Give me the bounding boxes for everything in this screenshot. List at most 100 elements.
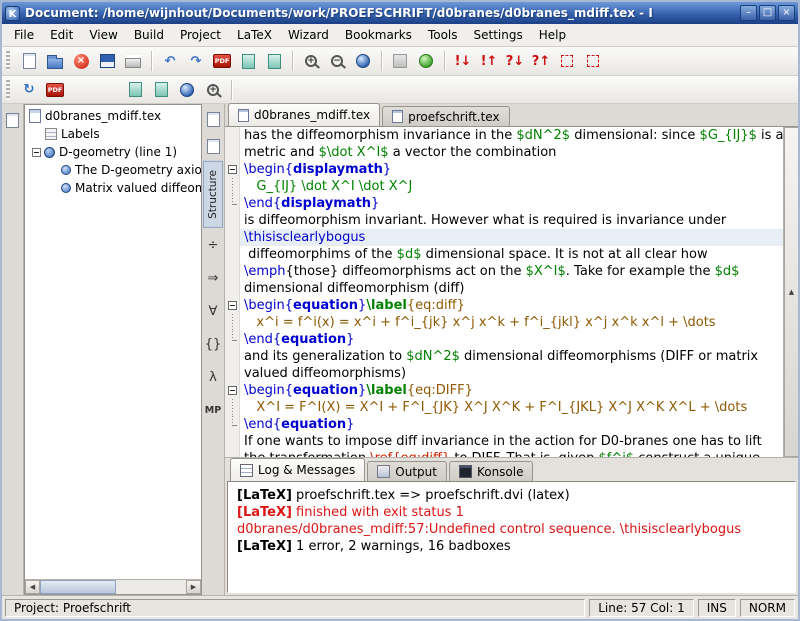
scroll-left-icon[interactable]: ◀ [25,580,40,594]
editor-line[interactable]: has the diffeomorphism invariance in the… [225,127,783,144]
redo-icon[interactable]: ↷ [184,49,208,73]
watch-file-icon[interactable] [388,49,412,73]
symbols-greek-tab[interactable]: λ [203,363,223,393]
editor-line[interactable]: \emph{those} diffeomorphisms act on the … [225,263,783,280]
editor-line[interactable]: G_{IJ} \dot X^I \dot X^J [225,178,783,195]
editor-line[interactable]: and its generalization to $dN^2$ dimensi… [225,348,783,365]
menu-build[interactable]: Build [126,25,172,45]
ps-to-pdf-icon[interactable] [149,78,173,102]
structure-tab[interactable]: Structure [203,161,223,228]
scroll-up-icon[interactable]: ▲ [784,127,798,457]
fold-margin[interactable] [225,399,240,416]
fold-margin[interactable] [225,331,240,348]
tab-log-messages[interactable]: Log & Messages [230,458,365,481]
scroll-thumb[interactable] [40,580,116,594]
close-button[interactable]: × [778,5,795,21]
titlebar[interactable]: K Document: /home/wijnhout/Documents/wor… [2,2,798,24]
fold-collapse-icon[interactable] [228,301,237,310]
structure-horizontal-scrollbar[interactable]: ◀ ▶ [25,579,201,594]
open-file-list-tab[interactable] [3,108,23,132]
fold-margin[interactable] [225,297,240,314]
editor-tab-d0branes-mdiff-tex[interactable]: d0branes_mdiff.tex [228,103,380,126]
next-error-icon[interactable]: !↓ [451,49,475,73]
view-pdf-icon[interactable]: PDF [210,49,234,73]
view-dvi-icon[interactable] [262,49,286,73]
editor-line[interactable]: \begin{equation}\label{eq:DIFF} [225,382,783,399]
editor-line[interactable]: x^i = f^i(x) = x^i + f^i_{jk} x^j x^k + … [225,314,783,331]
editor-line[interactable]: \end{equation} [225,331,783,348]
toolbar-handle[interactable] [6,51,10,71]
close-file-icon[interactable]: × [69,49,93,73]
fold-margin[interactable] [225,195,240,212]
symbols-operators-tab[interactable]: ÷ [203,231,223,261]
dvi-to-ps-icon[interactable] [123,78,147,102]
editor-line[interactable]: diffeomorphims of the $d$ dimensional sp… [225,246,783,263]
editor-line[interactable]: \end{displaymath} [225,195,783,212]
symbols-delimiters-tab[interactable]: {} [203,330,223,360]
tab-output[interactable]: Output [367,461,447,481]
print-icon[interactable] [121,49,145,73]
editor-vertical-scrollbar[interactable]: ▲ ▼ [783,127,798,457]
editor-line[interactable]: valued diffeomorphisms) [225,365,783,382]
tree-item[interactable]: D-geometry (line 1) [25,143,201,161]
editor-line[interactable]: is diffeomorphism invariant. However wha… [225,212,783,229]
open-docs-tab[interactable] [203,107,223,131]
maximize-button[interactable]: □ [759,5,776,21]
menu-bookmarks[interactable]: Bookmarks [337,25,420,45]
tree-item[interactable]: Labels [25,125,201,143]
prev-badbox-icon[interactable] [581,49,605,73]
menu-latex[interactable]: LaTeX [229,25,280,45]
forward-search-icon[interactable]: + [201,78,225,102]
symbols-misc-math-tab[interactable]: ∀ [203,297,223,327]
menu-edit[interactable]: Edit [42,25,81,45]
minimize-button[interactable]: – [740,5,757,21]
log-messages-view[interactable]: [LaTeX] proefschrift.tex => proefschrift… [227,481,796,593]
menu-project[interactable]: Project [172,25,229,45]
log-message[interactable]: [LaTeX] proefschrift.tex => proefschrift… [237,487,786,504]
zoom-out-icon[interactable]: − [325,49,349,73]
tree-item[interactable]: Matrix valued diffeom [25,179,201,197]
log-message[interactable]: [LaTeX] finished with exit status 1 [237,504,786,521]
view-html-icon[interactable] [414,49,438,73]
editor-line[interactable]: metric and $\dot X^I$ a vector the combi… [225,144,783,161]
prev-error-icon[interactable]: !↑ [477,49,501,73]
fold-margin[interactable] [225,178,240,195]
menu-view[interactable]: View [81,25,125,45]
next-warning-icon[interactable]: ?↓ [503,49,527,73]
pdflatex-icon[interactable]: PDF [43,78,67,102]
tree-expander-icon[interactable] [32,148,41,157]
tree-item[interactable]: d0branes_mdiff.tex [25,107,201,125]
editor-line[interactable]: the transformation \ref{eq:diff} to DIFF… [225,450,783,457]
editor-line[interactable]: \begin{displaymath} [225,161,783,178]
editor-line[interactable]: \end{equation} [225,416,783,433]
latex-compile-icon[interactable] [236,49,260,73]
log-message[interactable]: d0branes/d0branes_mdiff:57:Undefined con… [237,521,786,538]
menu-file[interactable]: File [6,25,42,45]
editor[interactable]: has the diffeomorphism invariance in the… [225,127,798,457]
next-badbox-icon[interactable] [555,49,579,73]
editor-line[interactable]: \begin{equation}\label{eq:diff} [225,297,783,314]
scroll-right-icon[interactable]: ▶ [186,580,201,594]
zoom-in-icon[interactable]: + [299,49,323,73]
prev-warning-icon[interactable]: ?↑ [529,49,553,73]
symbols-arrows-tab[interactable]: ⇒ [203,264,223,294]
files-projects-tab[interactable] [203,134,223,158]
metapost-tab[interactable]: MP [203,396,223,426]
view-html-globe-icon[interactable] [175,78,199,102]
fold-margin[interactable] [225,161,240,178]
fold-collapse-icon[interactable] [228,386,237,395]
toolbar-handle[interactable] [6,80,10,100]
tab-konsole[interactable]: Konsole [449,461,534,481]
fold-margin[interactable] [225,416,240,433]
editor-line[interactable]: X^I = F^I(X) = X^I + F^I_{JK} X^J X^K + … [225,399,783,416]
editor-tab-proefschrift-tex[interactable]: proefschrift.tex [382,106,509,126]
editor-line[interactable]: dimensional diffeomorphism (diff) [225,280,783,297]
new-file-icon[interactable] [17,49,41,73]
tree-item[interactable]: The D-geometry axio [25,161,201,179]
scroll-track[interactable] [40,580,186,594]
menu-tools[interactable]: Tools [420,25,466,45]
editor-line[interactable]: If one wants to impose diff invariance i… [225,433,783,450]
fold-margin[interactable] [225,314,240,331]
menu-wizard[interactable]: Wizard [280,25,337,45]
fold-margin[interactable] [225,382,240,399]
